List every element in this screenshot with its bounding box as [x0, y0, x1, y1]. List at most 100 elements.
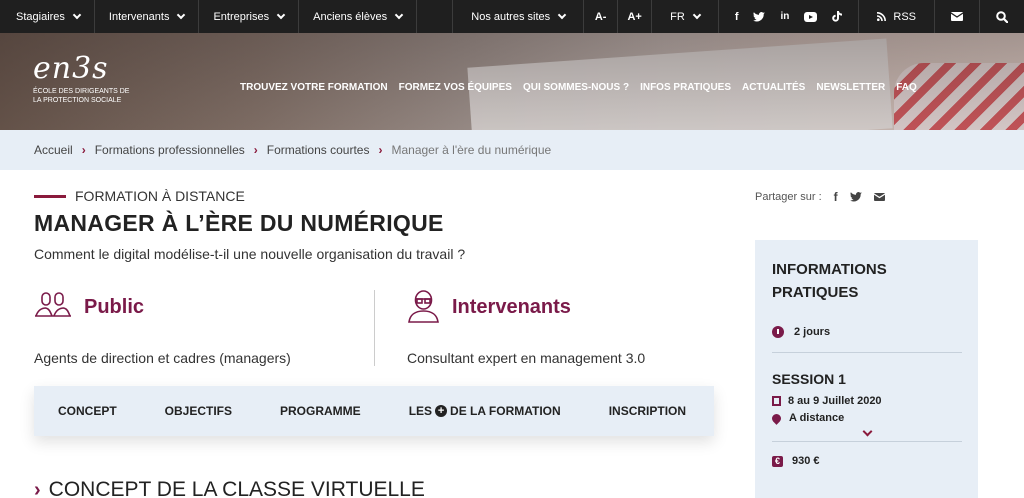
chevron-down-icon[interactable]: [862, 426, 872, 437]
nav-formez-equipes[interactable]: Formez vos équipes: [399, 82, 512, 93]
linkedin-icon[interactable]: in: [780, 11, 789, 22]
logo-subtitle: École des dirigeants de la protection so…: [33, 88, 130, 104]
share-label: Partager sur :: [755, 191, 822, 203]
price-row: € 930 €: [772, 455, 962, 467]
nav-faq[interactable]: FAQ: [896, 82, 917, 93]
plus-circle-icon: +: [435, 405, 448, 417]
breadcrumb-accueil[interactable]: Accueil: [34, 143, 73, 157]
logo-mark: en3s: [33, 51, 109, 86]
nav-infos-pratiques[interactable]: Infos pratiques: [640, 82, 731, 93]
kicker-bar: [34, 194, 66, 198]
menu-intervenants-label: Intervenants: [108, 10, 170, 23]
facebook-icon[interactable]: f: [735, 11, 739, 23]
session-dates: 8 au 9 Juillet 2020: [788, 395, 882, 407]
kicker-label: FORMATION À DISTANCE: [75, 188, 245, 204]
euro-icon: €: [772, 455, 783, 467]
price-value: 930 €: [792, 455, 820, 467]
menu-anciens-eleves[interactable]: Anciens élèves: [299, 0, 418, 33]
rss-link[interactable]: RSS: [859, 0, 935, 33]
breadcrumb-formations-professionnelles[interactable]: Formations professionnelles: [95, 143, 245, 157]
session-dates-row: 8 au 9 Juillet 2020: [772, 395, 962, 407]
nav-trouvez-formation[interactable]: Trouvez votre formation: [240, 82, 388, 93]
language-selector[interactable]: FR: [652, 0, 719, 33]
page-title: MANAGER À L’ÈRE DU NUMÉRIQUE: [34, 210, 444, 236]
font-decrease-button[interactable]: A-: [584, 0, 619, 33]
breadcrumb: Accueil › Formations professionnelles › …: [0, 130, 1024, 170]
facebook-icon[interactable]: f: [834, 190, 838, 204]
main-nav: Trouvez votre formation Formez vos équip…: [240, 82, 917, 93]
newsletter-mail-button[interactable]: [935, 0, 980, 33]
social-links: f in: [719, 0, 860, 33]
public-value: Agents de direction et cadres (managers): [34, 350, 291, 366]
site-logo[interactable]: en3s École des dirigeants de la protecti…: [33, 53, 133, 105]
menu-stagiaires-label: Stagiaires: [16, 10, 65, 23]
practical-info-title: Informations pratiques: [772, 261, 887, 301]
session-location: A distance: [789, 412, 845, 424]
speaker-icon: [408, 290, 439, 323]
menu-entreprises-label: Entreprises: [213, 10, 270, 23]
tab-inscription[interactable]: Inscription: [585, 404, 710, 418]
sidebar-divider: [772, 352, 962, 353]
menu-other-sites-label: Nos autres sites: [471, 10, 551, 23]
calendar-icon: [772, 396, 781, 406]
chevron-down-icon: [177, 10, 186, 19]
tab-programme[interactable]: Programme: [256, 404, 385, 418]
youtube-icon[interactable]: [804, 11, 818, 22]
menu-intervenants[interactable]: Intervenants: [95, 0, 200, 33]
speakers-header: Intervenants: [407, 290, 645, 324]
share-bar: Partager sur : f: [755, 190, 885, 204]
chevron-down-icon: [557, 10, 567, 19]
chevron-down-icon: [276, 10, 286, 19]
sidebar-divider: [772, 441, 962, 442]
speakers-value: Consultant expert en management 3.0: [407, 350, 646, 366]
speakers-block: Intervenants Consultant expert en manage…: [407, 290, 645, 366]
tab-objectifs[interactable]: Objectifs: [141, 404, 256, 418]
public-heading: Public: [84, 295, 145, 318]
menu-other-sites[interactable]: Nos autres sites: [453, 0, 585, 33]
duration-value: 2 jours: [794, 326, 831, 338]
tab-concept[interactable]: Concept: [34, 404, 141, 418]
twitter-icon[interactable]: [753, 11, 766, 22]
chevron-down-icon: [72, 10, 82, 19]
location-pin-icon: [770, 411, 783, 425]
breadcrumb-formations-courtes[interactable]: Formations courtes: [267, 143, 370, 157]
nav-qui-sommes-nous[interactable]: Qui sommes-nous ?: [523, 82, 629, 93]
search-icon: [996, 10, 1008, 23]
rss-icon: [877, 12, 887, 21]
menu-entreprises[interactable]: Entreprises: [199, 0, 300, 33]
people-icon: [35, 292, 71, 317]
tab-les-plus-suffix: de la formation: [450, 404, 561, 418]
breadcrumb-chevron-icon: ›: [81, 143, 86, 157]
menu-anciens-eleves-label: Anciens élèves: [313, 10, 388, 23]
breadcrumb-current: Manager à l'ère du numérique: [391, 143, 552, 157]
top-bar: Stagiaires Intervenants Entreprises Anci…: [0, 0, 1024, 33]
nav-actualites[interactable]: Actualités: [742, 82, 805, 93]
section-tabs: Concept Objectifs Programme Les + de la …: [34, 386, 714, 436]
hero-banner: en3s École des dirigeants de la protecti…: [0, 33, 1024, 130]
duration-row: 2 jours: [772, 326, 962, 338]
font-increase-button[interactable]: A+: [618, 0, 653, 33]
rss-label: RSS: [893, 10, 916, 23]
section-heading: › CONCEPT DE LA CLASSE VIRTUELLE: [34, 478, 425, 498]
chevron-right-icon: ›: [34, 478, 41, 498]
tiktok-icon[interactable]: [832, 11, 843, 22]
section-heading-text: CONCEPT DE LA CLASSE VIRTUELLE: [48, 478, 425, 498]
twitter-icon[interactable]: [849, 192, 862, 202]
info-divider: [374, 290, 375, 366]
session-title: Session 1: [772, 371, 846, 387]
nav-newsletter[interactable]: Newsletter: [816, 82, 885, 93]
chevron-down-icon: [692, 10, 702, 19]
tab-les-plus[interactable]: Les + de la formation: [385, 404, 585, 418]
search-button[interactable]: [980, 0, 1024, 33]
mail-icon: [951, 12, 963, 21]
speakers-heading: Intervenants: [452, 295, 571, 318]
tab-les-plus-prefix: Les: [408, 404, 433, 418]
language-label: FR: [670, 10, 685, 23]
menu-stagiaires[interactable]: Stagiaires: [0, 0, 95, 33]
page-subtitle: Comment le digital modélise-t-il une nou…: [34, 246, 466, 262]
chevron-down-icon: [394, 10, 404, 19]
breadcrumb-chevron-icon: ›: [378, 143, 383, 157]
mail-icon[interactable]: [873, 193, 885, 201]
tab-overflow[interactable]: Av: [710, 404, 714, 418]
practical-info-panel: Informations pratiques 2 jours Session 1…: [755, 240, 978, 498]
